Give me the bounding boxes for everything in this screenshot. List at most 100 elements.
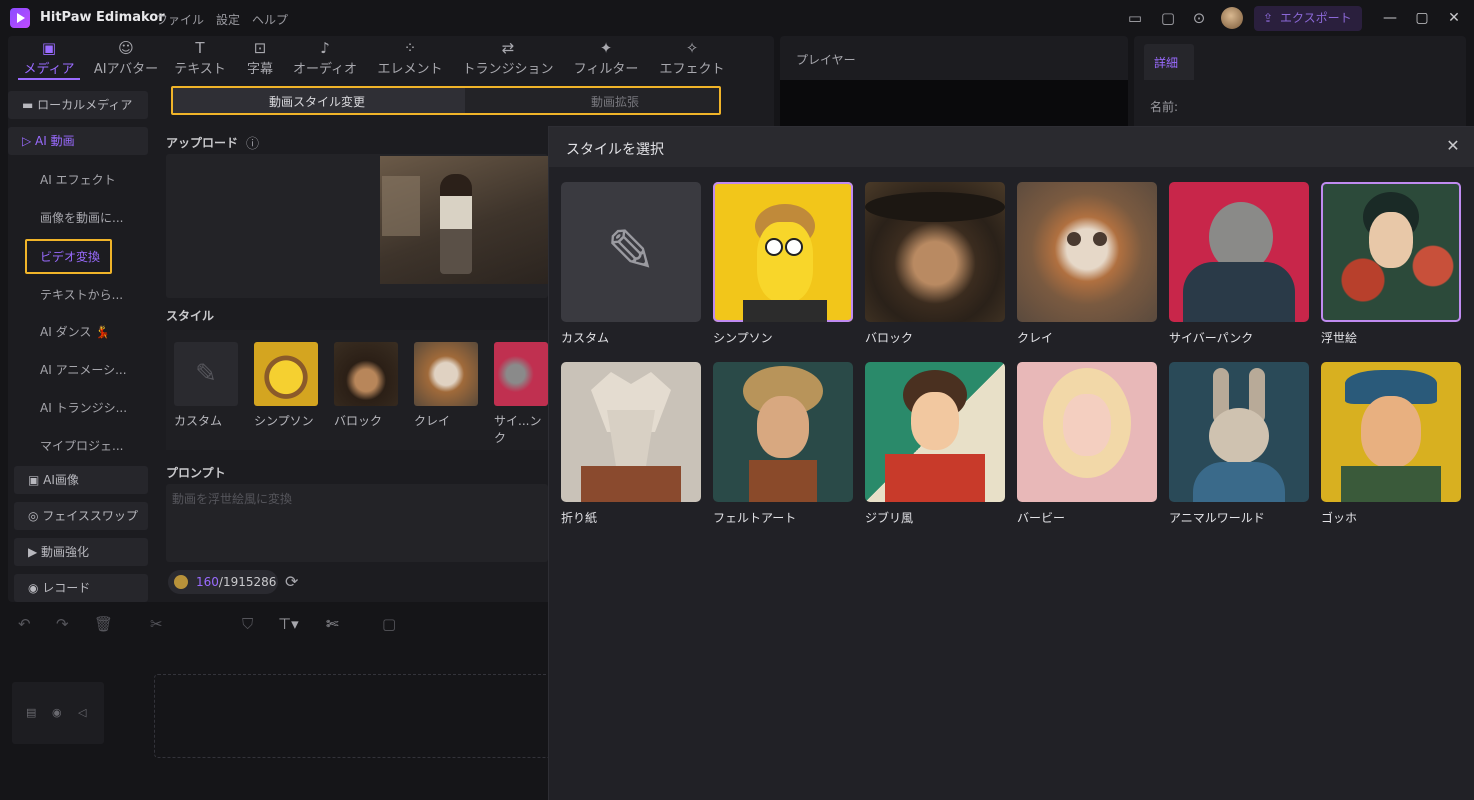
face-shape <box>757 222 813 302</box>
sidebar-local-media[interactable]: ▬ ローカルメディア <box>8 91 148 119</box>
mini-custom-icon[interactable]: ✎ <box>174 342 238 406</box>
layout-icon[interactable]: ▭ <box>1125 8 1145 28</box>
marker-icon[interactable]: ⛉ <box>242 615 253 633</box>
text-tool-icon[interactable]: ⊤▾ <box>278 615 299 633</box>
sidebar-ai-animation[interactable]: AI アニメーシ... <box>40 361 127 378</box>
toggle-video-extend[interactable]: 動画拡張 <box>591 93 639 110</box>
active-tab-indicator <box>18 78 80 80</box>
folder-icon: ▬ <box>22 98 38 112</box>
tab-audio[interactable]: ♪ オーディオ <box>290 38 360 77</box>
style-card-ukiyoe[interactable] <box>1321 182 1461 322</box>
prompt-input[interactable]: 動画を浮世絵風に変換 <box>166 484 548 562</box>
ai-image-icon: ▣ <box>28 473 44 487</box>
tab-subtitle[interactable]: ⊡ 字幕 <box>242 38 278 77</box>
tab-elements[interactable]: ⁘ エレメント <box>374 38 446 77</box>
style-card-gogh[interactable] <box>1321 362 1461 502</box>
track-visibility-icon[interactable]: ◉ <box>52 706 62 719</box>
player-title: プレイヤー <box>796 53 856 67</box>
filter-icon: ✦ <box>599 39 613 57</box>
style-label-baroque: バロック <box>865 331 914 345</box>
face-shape <box>1361 396 1421 468</box>
tab-filter[interactable]: ✦ フィルター <box>570 38 642 77</box>
face-swap-icon: ◎ <box>28 509 43 523</box>
enhance-icon: ▶ <box>28 545 42 559</box>
app-name: HitPaw Edimakor <box>40 10 165 25</box>
hat-shape <box>865 192 1005 222</box>
sidebar-my-projects[interactable]: マイプロジェ... <box>40 437 123 454</box>
menu-settings[interactable]: 設定 <box>216 11 240 28</box>
track-lock-icon[interactable]: ▤ <box>26 706 36 719</box>
split-icon[interactable]: ✂ <box>150 615 163 633</box>
tab-label: テキスト <box>174 62 226 77</box>
toggle-style-change-label: 動画スタイル変更 <box>269 95 366 109</box>
export-label: エクスポート <box>1280 11 1352 25</box>
tab-ai-avatar[interactable]: ☺ AIアバター <box>88 38 164 77</box>
modal-title: スタイルを選択 <box>566 142 664 158</box>
style-card-felt-art[interactable] <box>713 362 853 502</box>
mini-simpson[interactable] <box>254 342 318 406</box>
coin-icon <box>174 575 188 589</box>
menu-help[interactable]: ヘルプ <box>252 11 288 28</box>
mini-baroque[interactable] <box>334 342 398 406</box>
sidebar-ai-dance[interactable]: AI ダンス 💃 <box>40 323 110 340</box>
clothes-shape <box>885 454 985 502</box>
style-card-animal-world[interactable] <box>1169 362 1309 502</box>
sidebar-face-swap[interactable]: ◎ フェイススワップ <box>14 502 148 530</box>
sidebar-text-to-video[interactable]: テキストから... <box>40 286 123 303</box>
track-audio-icon[interactable]: ◁ <box>78 706 86 719</box>
cut-tool-icon[interactable]: ✄ <box>326 615 339 633</box>
mini-cyberpunk[interactable] <box>494 342 548 406</box>
track-drop-zone[interactable] <box>154 674 554 758</box>
credits-used: 160 <box>196 575 219 589</box>
sidebar-label: AI画像 <box>43 473 79 487</box>
user-avatar[interactable] <box>1221 7 1243 29</box>
tab-transition[interactable]: ⇄ トランジション <box>460 38 556 77</box>
transition-icon: ⇄ <box>501 39 515 57</box>
sidebar-image-to-video[interactable]: 画像を動画に... <box>40 209 123 226</box>
style-card-baroque[interactable] <box>865 182 1005 322</box>
tab-media[interactable]: ▣ メディア <box>18 38 80 77</box>
style-label-animal-world: アニマルワールド <box>1169 511 1265 525</box>
eye-shape <box>1067 232 1081 246</box>
sidebar-enhance[interactable]: ▶ 動画強化 <box>14 538 148 566</box>
sidebar-ai-transition[interactable]: AI トランジシ... <box>40 399 127 416</box>
sidebar-ai-image[interactable]: ▣ AI画像 <box>14 466 148 494</box>
sidebar-ai-effect[interactable]: AI エフェクト <box>40 171 116 188</box>
minimize-icon[interactable]: — <box>1380 8 1400 28</box>
mini-style-label: サイ...ンク <box>494 414 542 445</box>
export-button[interactable]: エクスポート <box>1254 6 1362 31</box>
style-card-cyberpunk[interactable] <box>1169 182 1309 322</box>
feedback-icon[interactable]: ▢ <box>1158 8 1178 28</box>
sidebar-ai-video[interactable]: ▷ AI 動画 <box>8 127 148 155</box>
record-icon: ◉ <box>28 581 43 595</box>
style-card-origami[interactable] <box>561 362 701 502</box>
style-card-simpson[interactable] <box>713 182 853 322</box>
menu-file[interactable]: ファイル <box>156 11 204 28</box>
style-card-ghibli[interactable] <box>865 362 1005 502</box>
tab-text[interactable]: T テキスト <box>172 38 228 77</box>
maximize-icon[interactable]: ▢ <box>1412 8 1432 28</box>
avatar-icon: ☺ <box>118 39 134 57</box>
subtitle-tool-icon[interactable]: ▢ <box>382 615 396 633</box>
style-card-clay[interactable] <box>1017 182 1157 322</box>
mini-style-label: シンプソン <box>254 414 314 428</box>
tab-effect[interactable]: ✧ エフェクト <box>656 38 728 77</box>
mini-clay[interactable] <box>414 342 478 406</box>
prompt-label: プロンプト <box>166 466 226 480</box>
info-icon[interactable]: ⓘ <box>246 133 259 152</box>
sidebar-record[interactable]: ◉ レコード <box>14 574 148 602</box>
app-logo-icon <box>10 8 30 28</box>
tab-details[interactable]: 詳細 <box>1144 44 1194 80</box>
style-card-barbie[interactable] <box>1017 362 1157 502</box>
download-icon[interactable]: ⊙ <box>1189 8 1209 28</box>
custom-icon: ✎ <box>605 217 657 287</box>
redo-icon[interactable]: ↷ <box>56 615 69 633</box>
uploaded-video-thumbnail[interactable] <box>380 156 548 284</box>
undo-icon[interactable]: ↶ <box>18 615 31 633</box>
close-window-icon[interactable]: ✕ <box>1444 8 1464 28</box>
sidebar-label: レコード <box>42 581 91 595</box>
close-icon[interactable]: ✕ <box>1443 136 1463 155</box>
refresh-icon[interactable]: ⟳ <box>285 572 298 591</box>
delete-icon[interactable]: 🗑 <box>94 615 113 633</box>
style-card-custom[interactable]: ✎ <box>561 182 701 322</box>
